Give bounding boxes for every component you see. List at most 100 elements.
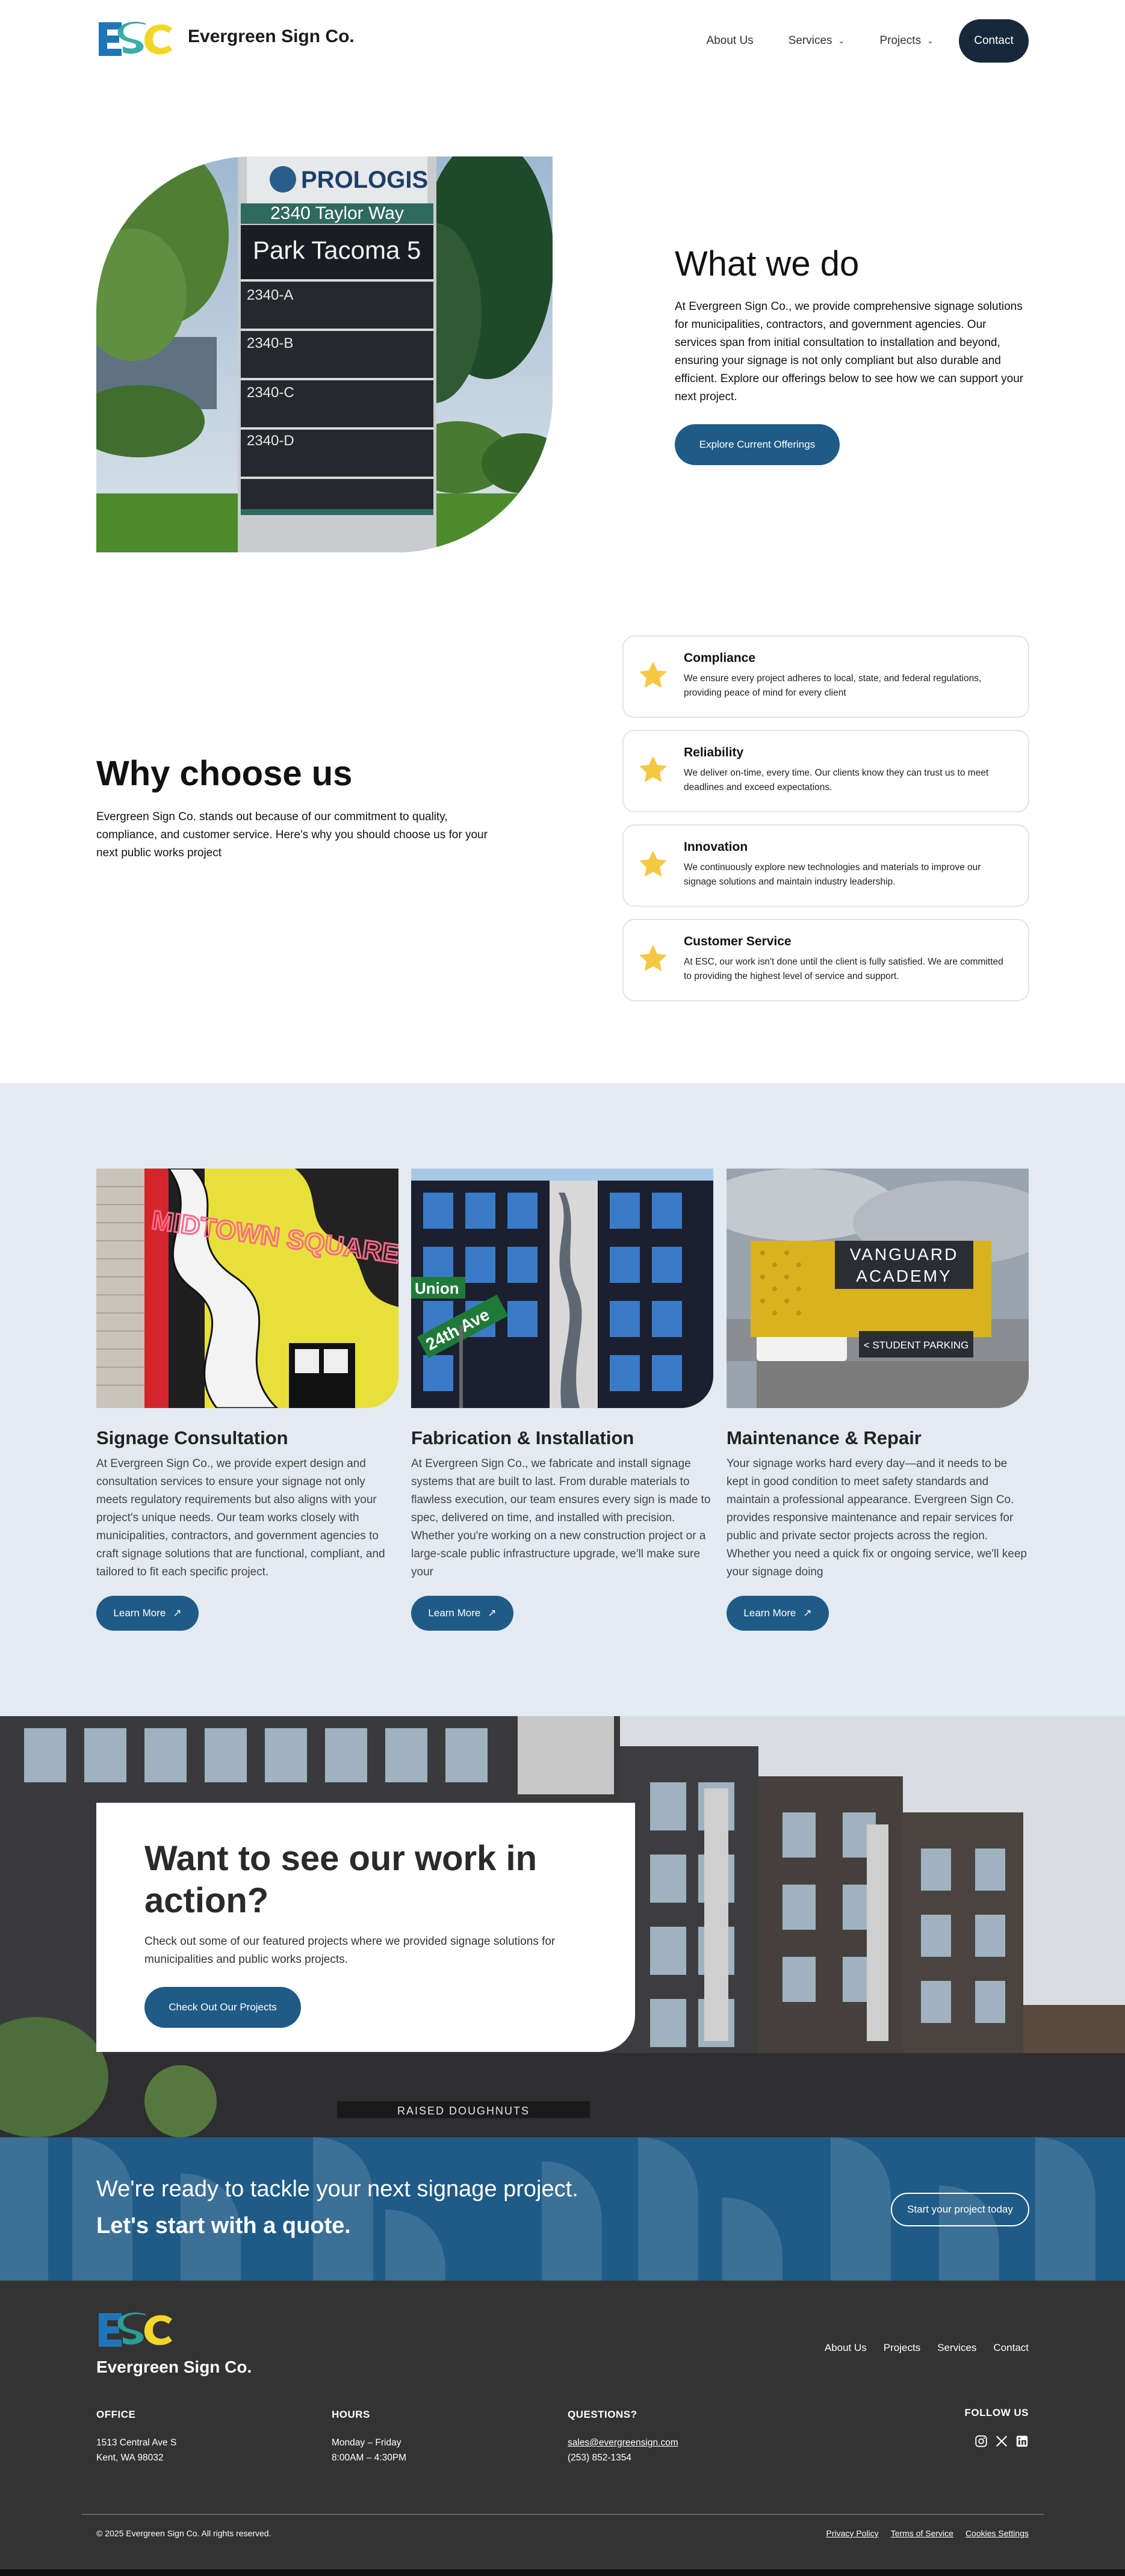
footer-link-about-us[interactable]: About Us <box>825 2342 867 2354</box>
academy-sign-photo: VANGUARD ACADEMY < STUDENT PARKING <box>727 1169 1029 1408</box>
arrow-up-right-icon: ↗ <box>803 1607 812 1619</box>
learn-more-button[interactable]: Learn More ↗ <box>727 1596 829 1631</box>
learn-more-button[interactable]: Learn More ↗ <box>411 1596 513 1631</box>
privacy-policy-link[interactable]: Privacy Policy <box>826 2528 879 2538</box>
service-text: At Evergreen Sign Co., we fabricate and … <box>411 1457 711 1578</box>
service-title: Signage Consultation <box>96 1427 288 1448</box>
chevron-down-icon: ⌄ <box>838 36 845 45</box>
esc-logo[interactable] <box>96 20 175 58</box>
sign-park-text: Park Tacoma 5 <box>253 236 421 264</box>
contact-button[interactable]: Contact <box>959 19 1029 63</box>
email-link[interactable]: sales@evergreensign.com <box>568 2438 678 2448</box>
start-project-button[interactable]: Start your project today <box>891 2193 1029 2226</box>
office-line-1: 1513 Central Ave S <box>96 2438 177 2448</box>
copyright: © 2025 Evergreen Sign Co. All rights res… <box>96 2528 271 2538</box>
projects-cta-title: Want to see our work in action? <box>144 1839 538 1920</box>
projects-cta-card: Want to see our work in action? Check ou… <box>96 1803 635 2052</box>
star-icon <box>639 661 667 688</box>
why-choose-us-body: Evergreen Sign Co. stands out because of… <box>96 811 488 859</box>
top-nav: Evergreen Sign Co. About Us Services ⌄ P… <box>0 0 1125 81</box>
quote-line-2: Let's start with a quote. <box>96 2213 351 2238</box>
feature-text: We continuously explore new technologies… <box>684 862 981 887</box>
footer-heading: OFFICE <box>96 2409 136 2420</box>
page: Evergreen Sign Co. About Us Services ⌄ P… <box>0 0 1125 2576</box>
building-illustration: Union 24th Ave <box>411 1169 713 1408</box>
footer-hours: HOURS Monday – Friday 8:00AM – 4:30PM <box>332 2407 406 2465</box>
arrow-up-right-icon: ↗ <box>488 1607 497 1619</box>
feature-text: At ESC, our work isn't done until the cl… <box>684 957 1003 981</box>
projects-cta-body: Check out some of our featured projects … <box>144 1935 556 1966</box>
service-card-maintenance: VANGUARD ACADEMY < STUDENT PARKING Maint… <box>727 1169 1029 1631</box>
feature-title: Compliance <box>684 651 756 665</box>
mural-illustration: MIDTOWN SQUARE <box>96 1169 398 1408</box>
sign-brand-text: PROLOGIS <box>301 167 428 193</box>
why-choose-us-title: Why choose us <box>96 754 353 793</box>
learn-more-label: Learn More <box>113 1607 166 1619</box>
nav-label: Services <box>788 34 832 47</box>
feature-title: Innovation <box>684 840 748 854</box>
phone-number[interactable]: (253) 852-1354 <box>568 2450 678 2465</box>
street-sign-union: Union <box>415 1279 459 1297</box>
bottom-bar <box>0 2569 1125 2576</box>
nav-services[interactable]: Services ⌄ <box>789 34 845 48</box>
footer-nav: About Us Projects Services Contact <box>825 2342 1029 2354</box>
footer-divider <box>82 2514 1044 2515</box>
footer-heading: HOURS <box>332 2409 370 2420</box>
footer-questions: QUESTIONS? sales@evergreensign.com (253)… <box>568 2407 678 2465</box>
explore-offerings-button[interactable]: Explore Current Offerings <box>675 424 840 465</box>
service-title: Fabrication & Installation <box>411 1427 634 1448</box>
feature-card-compliance: Compliance We ensure every project adher… <box>622 635 1029 718</box>
service-title: Maintenance & Repair <box>727 1427 922 1448</box>
star-icon <box>639 945 667 972</box>
feature-title: Customer Service <box>684 934 792 948</box>
nav-about-us[interactable]: About Us <box>707 34 754 48</box>
star-icon <box>639 756 667 783</box>
footer-heading: QUESTIONS? <box>568 2409 637 2420</box>
feature-title: Reliability <box>684 746 744 759</box>
nav-projects[interactable]: Projects ⌄ <box>879 34 934 48</box>
service-text: Your signage works hard every day—and it… <box>727 1457 1027 1578</box>
hours-times: 8:00AM – 4:30PM <box>332 2453 407 2463</box>
quote-line-1: We're ready to tackle your next signage … <box>96 2176 578 2202</box>
academy-text-2: ACADEMY <box>856 1267 952 1285</box>
feature-text: We deliver on-time, every time. Our clie… <box>684 768 989 792</box>
esc-logo[interactable] <box>96 2311 175 2349</box>
instagram-icon[interactable] <box>975 2435 988 2448</box>
footer-link-contact[interactable]: Contact <box>993 2342 1029 2354</box>
cookies-settings-link[interactable]: Cookies Settings <box>965 2528 1029 2538</box>
footer-brand-name: Evergreen Sign Co. <box>96 2358 252 2376</box>
learn-more-label: Learn More <box>743 1607 796 1619</box>
nav-menu: About Us Services ⌄ Projects ⌄ Contact <box>672 19 1029 63</box>
check-out-projects-button[interactable]: Check Out Our Projects <box>144 1987 301 2028</box>
academy-sign-illustration: VANGUARD ACADEMY < STUDENT PARKING <box>727 1169 1029 1408</box>
linkedin-icon[interactable] <box>1015 2435 1029 2448</box>
sign-unit-b: 2340-B <box>247 335 293 351</box>
sign-unit-a: 2340-A <box>247 287 293 303</box>
footer-link-services[interactable]: Services <box>937 2342 976 2354</box>
arrow-up-right-icon: ↗ <box>173 1607 182 1619</box>
hours-days: Monday – Friday <box>332 2438 401 2448</box>
nav-label: Projects <box>879 34 922 47</box>
feature-text: We ensure every project adheres to local… <box>684 673 982 698</box>
footer-office: OFFICE 1513 Central Ave S Kent, WA 98032 <box>96 2407 176 2465</box>
footer-link-projects[interactable]: Projects <box>884 2342 920 2354</box>
learn-more-button[interactable]: Learn More ↗ <box>96 1596 199 1631</box>
service-card-fabrication: Union 24th Ave Fabrication & Installatio… <box>411 1169 713 1631</box>
terms-of-service-link[interactable]: Terms of Service <box>891 2528 953 2538</box>
what-we-do-title: What we do <box>675 244 860 283</box>
office-line-2: Kent, WA 98032 <box>96 2453 164 2463</box>
x-icon[interactable] <box>995 2435 1008 2448</box>
chevron-down-icon: ⌄ <box>927 36 934 45</box>
footer-heading: FOLLOW US <box>964 2407 1029 2418</box>
footer-follow: FOLLOW US <box>965 2407 1029 2448</box>
footer: Evergreen Sign Co. About Us Projects Ser… <box>0 2281 1125 2576</box>
academy-text-1: VANGUARD <box>850 1245 959 1264</box>
service-card-consultation: MIDTOWN SQUARE Signage Consultation At E… <box>96 1169 398 1631</box>
mural-photo: MIDTOWN SQUARE <box>96 1169 398 1408</box>
star-icon <box>639 850 667 877</box>
sign-unit-c: 2340-C <box>247 385 294 401</box>
hero-sign-photo: PROLOGIS 2340 Taylor Way Park Tacoma 5 2… <box>96 156 553 552</box>
brand-name[interactable]: Evergreen Sign Co. <box>188 26 355 47</box>
learn-more-label: Learn More <box>428 1607 481 1619</box>
hero-sign-illustration: PROLOGIS 2340 Taylor Way Park Tacoma 5 2… <box>96 156 553 552</box>
